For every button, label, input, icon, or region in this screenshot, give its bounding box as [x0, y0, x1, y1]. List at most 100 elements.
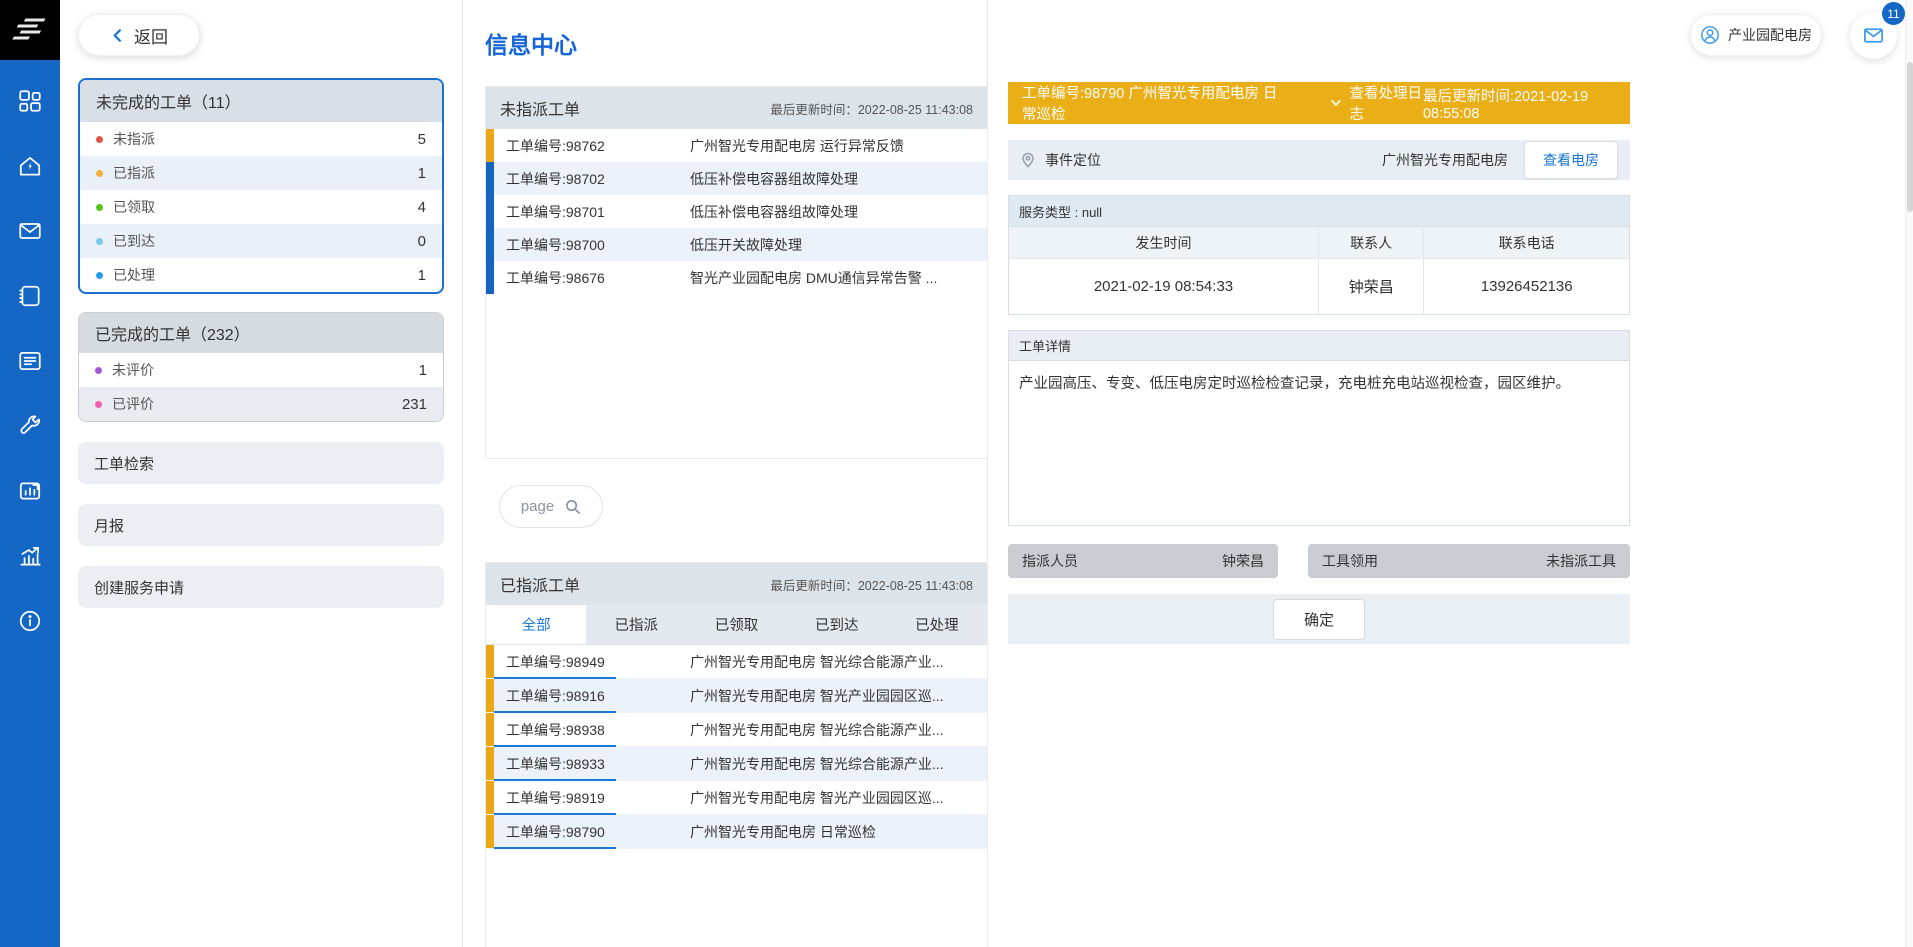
- left-panel: 返回 未完成的工单（11） 未指派 5 已指派 1 已领取 4 已到达: [60, 0, 463, 947]
- tools-label: 工具领用: [1322, 551, 1378, 571]
- report-chart-icon[interactable]: [17, 478, 43, 509]
- work-order-id: 工单编号:98700: [494, 235, 690, 255]
- unfinished-orders-panel[interactable]: 未完成的工单（11） 未指派 5 已指派 1 已领取 4 已到达 0: [78, 78, 444, 294]
- tools-value: 未指派工具: [1546, 551, 1616, 571]
- work-order-row[interactable]: 工单编号:98676 智光产业园配电房 DMU通信异常告警 ...: [486, 261, 987, 294]
- assignee-label: 指派人员: [1022, 551, 1078, 571]
- assignment-pills: 指派人员 钟荣昌 工具领用 未指派工具: [1008, 544, 1630, 578]
- work-order-row[interactable]: 工单编号:98949 广州智光专用配电房 智光综合能源产业...: [486, 645, 987, 679]
- work-order-row[interactable]: 工单编号:98919 广州智光专用配电房 智光产业园园区巡...: [486, 781, 987, 815]
- wrench-icon[interactable]: [17, 413, 43, 444]
- work-order-row[interactable]: 工单编号:98916 广州智光专用配电房 智光产业园园区巡...: [486, 679, 987, 713]
- status-count: 231: [402, 396, 427, 413]
- status-label: 已领取: [113, 197, 155, 217]
- status-row-arrived[interactable]: 已到达 0: [80, 224, 442, 258]
- status-row-claimed[interactable]: 已领取 4: [80, 190, 442, 224]
- trend-chart-icon[interactable]: [17, 543, 43, 574]
- assignee-pill[interactable]: 指派人员 钟荣昌: [1008, 544, 1278, 578]
- status-dot: [95, 401, 102, 408]
- app-logo: [0, 0, 60, 60]
- tab-label: 已到达: [815, 614, 859, 635]
- chevron-down-icon: [1330, 96, 1342, 110]
- event-location-value: 广州智光专用配电房: [1382, 150, 1508, 170]
- confirm-bar: 确定: [1008, 594, 1630, 644]
- finished-orders-panel[interactable]: 已完成的工单（232） 未评价 1 已评价 231: [78, 312, 444, 422]
- back-button[interactable]: 返回: [78, 14, 200, 56]
- work-order-desc: 低压开关故障处理: [690, 235, 987, 255]
- work-order-row[interactable]: 工单编号:98702 低压补偿电容器组故障处理: [486, 162, 987, 195]
- list-icon[interactable]: [17, 348, 43, 379]
- user-icon: [1700, 25, 1720, 45]
- tab-label: 已领取: [715, 614, 759, 635]
- confirm-button[interactable]: 确定: [1273, 599, 1365, 640]
- home-energy-icon[interactable]: [17, 153, 43, 184]
- status-label: 已处理: [113, 265, 155, 285]
- work-order-row[interactable]: 工单编号:98933 广州智光专用配电房 智光综合能源产业...: [486, 747, 987, 781]
- nav-monthly-report[interactable]: 月报: [78, 504, 444, 546]
- tab-assigned[interactable]: 已指派: [586, 605, 686, 644]
- event-location-label: 事件定位: [1045, 150, 1101, 170]
- status-bar: [486, 679, 494, 712]
- work-order-row[interactable]: 工单编号:98701 低压补偿电容器组故障处理: [486, 195, 987, 228]
- status-label: 未指派: [113, 129, 155, 149]
- nav-create-service-request[interactable]: 创建服务申请: [78, 566, 444, 608]
- col-contact-person: 联系人: [1319, 227, 1424, 258]
- grid-icon[interactable]: [17, 88, 43, 119]
- nav-label: 创建服务申请: [94, 577, 184, 598]
- view-process-log[interactable]: 查看处理日志: [1330, 82, 1423, 124]
- view-power-room-button[interactable]: 查看电房: [1524, 141, 1618, 179]
- assignee-value: 钟荣昌: [1222, 551, 1264, 571]
- status-count: 1: [418, 165, 426, 182]
- status-row-rated[interactable]: 已评价 231: [79, 387, 443, 421]
- status-bar: [486, 162, 494, 195]
- assigned-last-updated: 最后更新时间：2022-08-25 11:43:08: [770, 575, 973, 594]
- current-user-pill[interactable]: 产业园配电房: [1690, 14, 1822, 56]
- nav-label: 月报: [94, 515, 124, 536]
- nav-order-search[interactable]: 工单检索: [78, 442, 444, 484]
- tab-label: 已指派: [615, 614, 659, 635]
- logo-icon: [10, 10, 50, 50]
- assigned-panel-header: 已指派工单 最后更新时间：2022-08-25 11:43:08: [486, 563, 987, 605]
- page-search-label: page: [521, 498, 554, 515]
- work-order-id: 工单编号:98919: [494, 788, 690, 808]
- scrollbar-thumb[interactable]: [1907, 62, 1913, 212]
- mail-icon[interactable]: [17, 218, 43, 249]
- status-row-unassigned[interactable]: 未指派 5: [80, 122, 442, 156]
- page-search[interactable]: page: [499, 485, 603, 528]
- work-order-id: 工单编号:98702: [494, 169, 690, 189]
- mail-icon: [1862, 24, 1885, 47]
- notebook-icon[interactable]: [17, 283, 43, 314]
- work-order-row-selected[interactable]: 工单编号:98790 广州智光专用配电房 日常巡检: [486, 815, 987, 849]
- page-scrollbar[interactable]: [1905, 0, 1913, 947]
- status-row-processed[interactable]: 已处理 1: [80, 258, 442, 292]
- info-icon[interactable]: [17, 608, 43, 639]
- tab-claimed[interactable]: 已领取: [686, 605, 786, 644]
- search-icon: [564, 498, 581, 515]
- contact-table-row: 2021-02-19 08:54:33 钟荣昌 13926452136: [1009, 258, 1629, 314]
- status-bar: [486, 195, 494, 228]
- work-order-desc: 低压补偿电容器组故障处理: [690, 169, 987, 189]
- col-occurrence-time: 发生时间: [1009, 227, 1319, 258]
- status-row-unrated[interactable]: 未评价 1: [79, 353, 443, 387]
- status-dot: [96, 238, 103, 245]
- tab-all[interactable]: 全部: [486, 605, 586, 644]
- status-label: 未评价: [112, 360, 154, 380]
- work-order-row[interactable]: 工单编号:98762 广州智光专用配电房 运行异常反馈: [486, 129, 987, 162]
- unassigned-orders-panel: 未指派工单 最后更新时间：2022-08-25 11:43:08 工单编号:98…: [485, 86, 988, 459]
- status-bar: [486, 645, 494, 678]
- status-bar: [486, 815, 494, 848]
- tab-arrived[interactable]: 已到达: [787, 605, 887, 644]
- work-order-detail-box: 工单详情 产业园高压、专变、低压电房定时巡检检查记录，充电桩充电站巡视检查，园区…: [1008, 330, 1630, 526]
- order-detail-body: 事件定位 广州智光专用配电房 查看电房 服务类型 : null 发生时间 联系人…: [1008, 140, 1630, 644]
- back-label: 返回: [134, 23, 168, 48]
- sidebar-menu: [0, 60, 60, 639]
- messages-count-badge: 11: [1882, 2, 1905, 25]
- message-center-column: 信息中心 未指派工单 最后更新时间：2022-08-25 11:43:08 工单…: [463, 0, 988, 947]
- status-row-assigned[interactable]: 已指派 1: [80, 156, 442, 190]
- status-bar: [486, 713, 494, 746]
- tools-pill[interactable]: 工具领用 未指派工具: [1308, 544, 1630, 578]
- work-order-row[interactable]: 工单编号:98938 广州智光专用配电房 智光综合能源产业...: [486, 713, 987, 747]
- status-dot: [95, 367, 102, 374]
- work-order-row[interactable]: 工单编号:98700 低压开关故障处理: [486, 228, 987, 261]
- tab-processed[interactable]: 已处理: [887, 605, 987, 644]
